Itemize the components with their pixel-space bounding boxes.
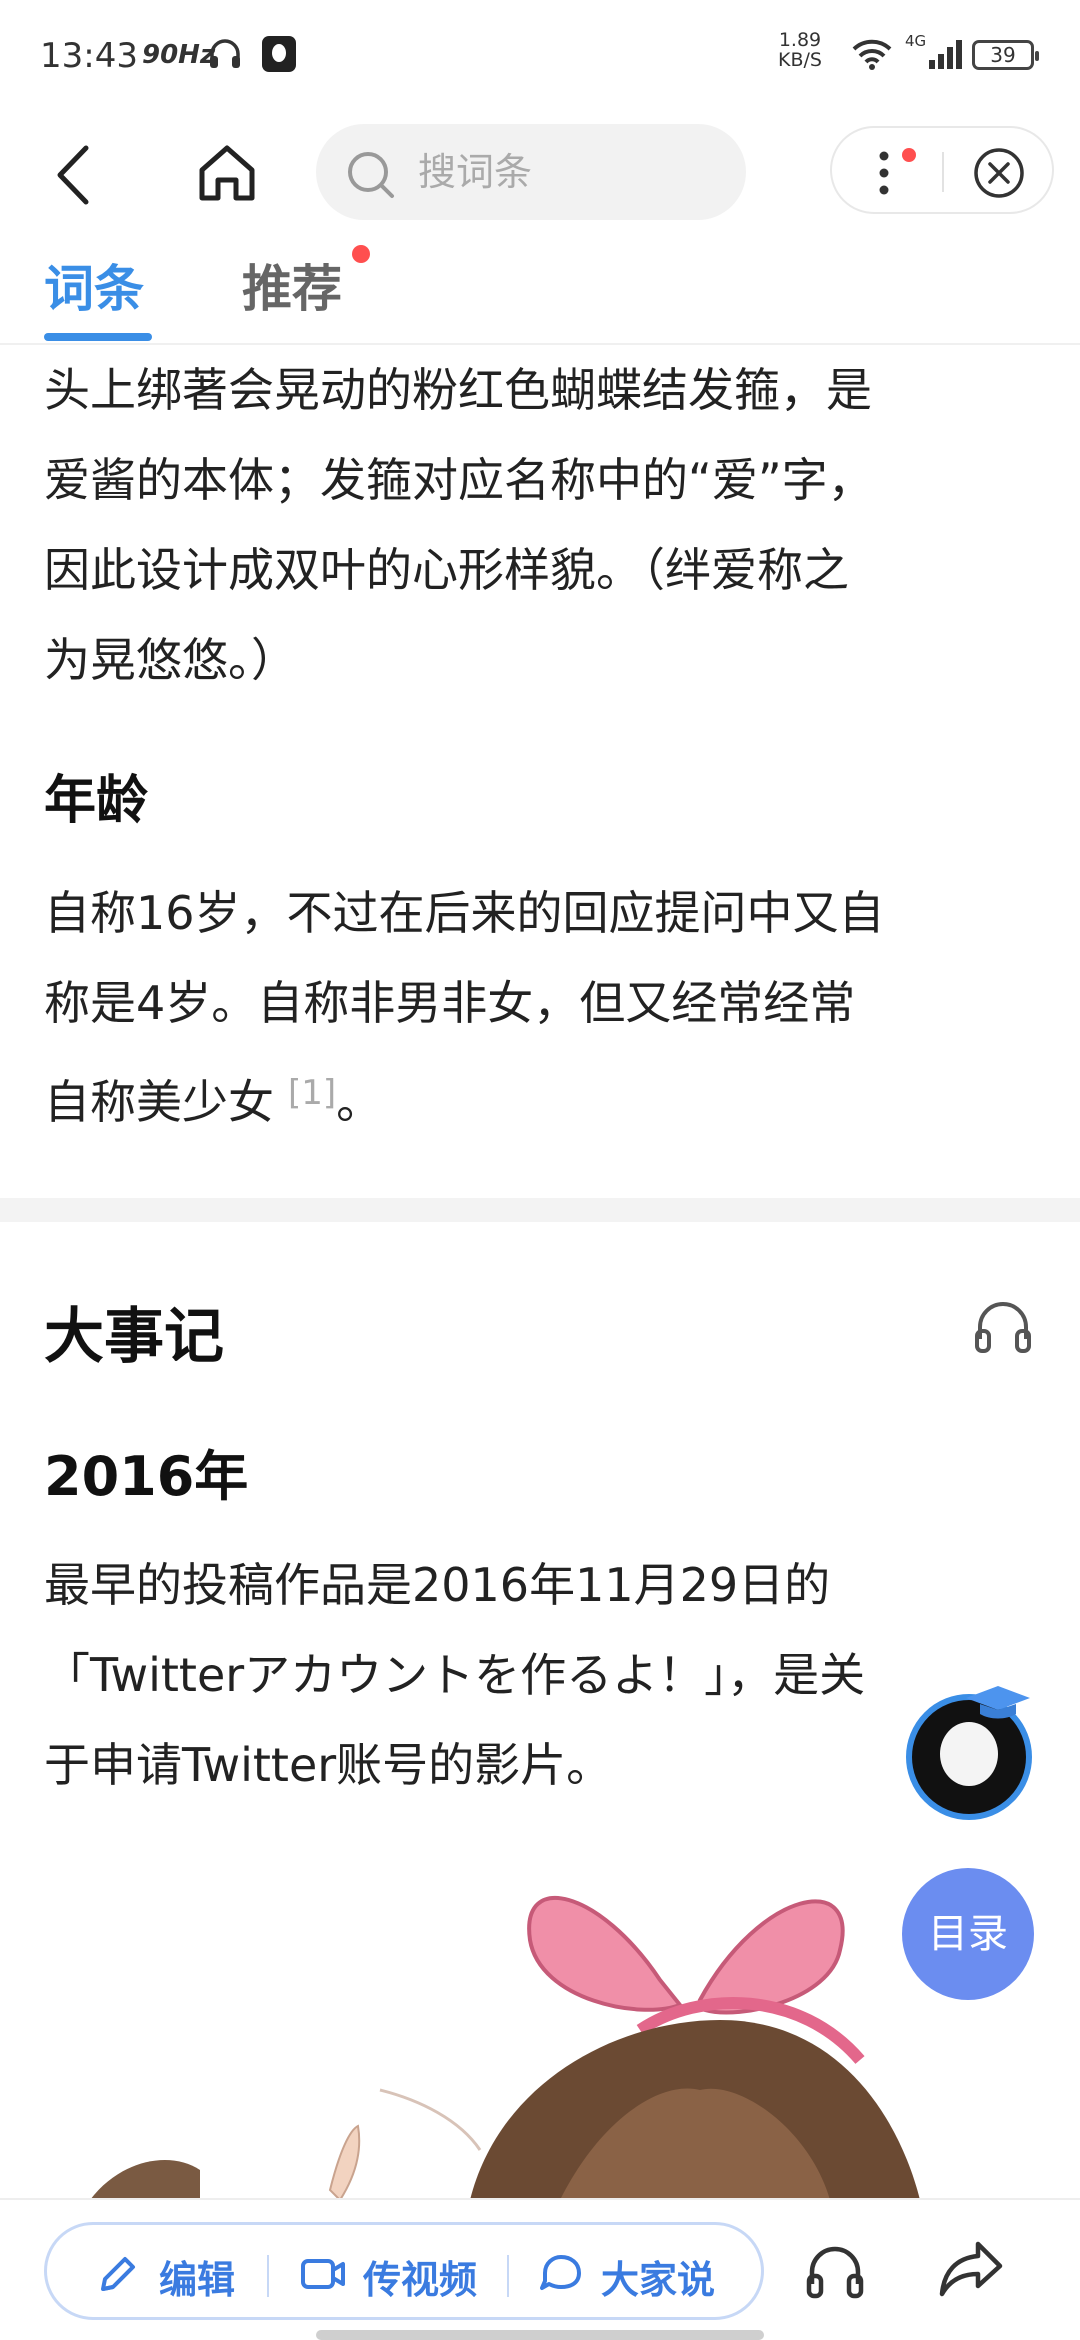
section-heading-events: 大事记 xyxy=(44,1302,224,1372)
action-divider xyxy=(267,2255,269,2297)
chat-bubble-icon xyxy=(540,2255,581,2290)
net-speed-value: 1.89 xyxy=(778,29,822,51)
network-type: 4G xyxy=(905,32,927,50)
signal-icon xyxy=(929,40,962,69)
text-line: 头上绑著会晃动的粉红色蝴蝶结发箍，是 xyxy=(44,363,872,417)
intro-paragraph: 头上绑著会晃动的粉红色蝴蝶结发箍，是 爱酱的本体；发箍对应名称中的“爱”字， 因… xyxy=(44,345,1040,705)
upload-video-button[interactable]: 传视频 xyxy=(299,2249,519,2302)
back-icon[interactable] xyxy=(46,140,106,210)
text-line: 因此设计成双叶的心形样貌。（绊爱称之 xyxy=(44,543,849,597)
edit-button[interactable]: 编辑 xyxy=(95,2249,275,2302)
section-heading-age: 年龄 xyxy=(44,771,149,831)
discussion-button[interactable]: 大家说 xyxy=(537,2249,757,2302)
table-of-contents-button[interactable]: 目录 xyxy=(902,1868,1034,2000)
text-line: 最早的投稿作品是2016年11月29日的 xyxy=(44,1558,831,1612)
headphones-status-icon xyxy=(210,39,240,68)
home-icon[interactable] xyxy=(192,138,262,208)
top-bar xyxy=(0,110,1080,235)
text-line: 自称16岁，不过在后来的回应提问中又自 xyxy=(44,886,885,940)
text-line: 自称美少女 [1]。 xyxy=(44,1048,1040,1147)
net-speed-unit: KB/S xyxy=(778,49,822,71)
network-speed: 1.89 KB/S xyxy=(770,30,830,70)
section-divider xyxy=(0,1198,1080,1222)
home-indicator xyxy=(316,2330,764,2340)
text-line: 爱酱的本体；发箍对应名称中的“爱”字， xyxy=(44,453,874,507)
wifi-icon xyxy=(852,39,892,70)
more-options-icon[interactable] xyxy=(874,148,894,198)
refresh-rate: 90Hz xyxy=(142,40,216,70)
close-icon[interactable] xyxy=(972,146,1026,200)
battery-indicator: 39 xyxy=(972,40,1039,70)
mini-program-capsule xyxy=(830,126,1054,214)
search-input[interactable] xyxy=(418,142,718,202)
more-badge-dot xyxy=(902,148,916,162)
reference-link[interactable]: [1] xyxy=(288,1073,336,1113)
discussion-label: 大家说 xyxy=(601,2258,716,2302)
video-camera-icon xyxy=(301,2259,345,2289)
text-fragment: 。 xyxy=(336,1075,383,1129)
year-heading: 2016年 xyxy=(44,1445,249,1508)
search-icon xyxy=(348,152,394,198)
age-paragraph: 自称16岁，不过在后来的回应提问中又自 称是4岁。自称非男非女，但又经常经常 自… xyxy=(44,868,1040,1147)
tab-bar: 词条 推荐 xyxy=(0,235,1080,345)
tab-recommend[interactable]: 推荐 xyxy=(242,249,342,321)
qq-notification-icon xyxy=(262,36,296,72)
text-fragment: 自称美少女 xyxy=(44,1075,274,1129)
action-pill: 编辑 传视频 大家说 xyxy=(44,2222,764,2320)
active-tab-indicator xyxy=(44,333,152,341)
edit-label: 编辑 xyxy=(159,2258,236,2302)
text-line: 为晃悠悠。） xyxy=(44,633,297,687)
text-line: 「Twitterアカウントを作るよ！」，是关 xyxy=(44,1648,866,1702)
status-bar: 13:43 90Hz 1.89 KB/S 4G 39 xyxy=(0,0,1080,110)
tab-entry[interactable]: 词条 xyxy=(44,249,144,321)
text-line: 称是4岁。自称非男非女，但又经常经常 xyxy=(44,976,856,1030)
text-line: 于申请Twitter账号的影片。 xyxy=(44,1738,613,1792)
graduation-cap-icon xyxy=(966,1686,1030,1719)
listen-icon[interactable] xyxy=(804,2240,866,2302)
upload-video-label: 传视频 xyxy=(363,2258,478,2302)
bottom-action-bar: 编辑 传视频 大家说 xyxy=(0,2198,1080,2340)
pencil-icon xyxy=(101,2257,135,2291)
capsule-divider xyxy=(942,152,944,192)
search-bar[interactable] xyxy=(316,124,746,220)
character-illustration xyxy=(90,1895,920,2200)
status-time: 13:43 xyxy=(40,36,138,76)
events-paragraph: 最早的投稿作品是2016年11月29日的 「Twitterアカウントを作るよ！」… xyxy=(44,1540,1040,1810)
recommend-badge-dot xyxy=(352,245,370,263)
listen-headphones-icon[interactable] xyxy=(972,1295,1034,1357)
action-divider xyxy=(507,2255,509,2297)
share-icon[interactable] xyxy=(938,2238,1004,2300)
